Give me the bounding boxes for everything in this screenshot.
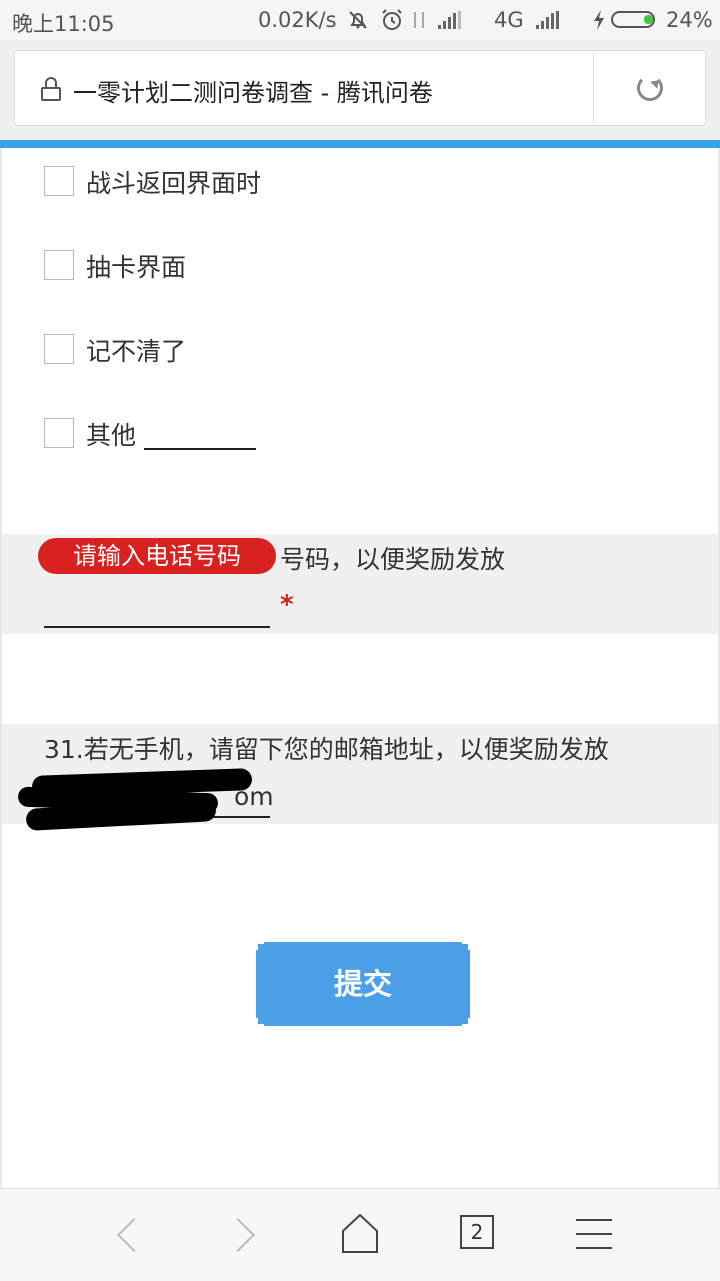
status-bar: 晚上11:05 0.02K/s 4G 24% <box>0 0 720 40</box>
status-battery: 24% <box>666 8 713 32</box>
browser-bottom-nav: 2 <box>0 1188 720 1281</box>
divider <box>593 51 594 125</box>
checkbox[interactable] <box>44 166 74 196</box>
question-text: 号码，以便奖励发放 <box>280 545 506 574</box>
status-time: 晚上11:05 <box>12 12 115 36</box>
battery-icon <box>611 11 655 28</box>
question-text: 31.若无手机，请留下您的邮箱地址，以便奖励发放 <box>44 735 609 764</box>
signal-icon <box>438 11 462 29</box>
phone-input[interactable] <box>44 626 270 628</box>
forward-button[interactable] <box>220 1211 270 1261</box>
page-title[interactable]: 一零计划二测问卷调查 - 腾讯问卷 <box>73 73 433 108</box>
browser-toolbar: 一零计划二测问卷调查 - 腾讯问卷 <box>0 40 720 140</box>
submit-button[interactable]: 提交 <box>256 942 470 1026</box>
tab-count: 2 <box>460 1215 494 1249</box>
lock-icon <box>41 77 61 102</box>
checkbox[interactable] <box>44 334 74 364</box>
option-label: 其他 <box>86 421 137 450</box>
status-net-speed: 0.02K/s <box>258 8 337 32</box>
option-label: 战斗返回界面时 <box>86 169 262 198</box>
option-label: 抽卡界面 <box>86 253 187 282</box>
charging-icon <box>592 8 606 37</box>
required-mark: * <box>280 590 294 620</box>
submit-label: 提交 <box>333 967 392 1001</box>
survey-content: 战斗返回界面时 抽卡界面 记不清了 其他 号码，以便奖励发放 * 请输入电话号码… <box>0 148 720 1188</box>
home-icon <box>340 1211 380 1259</box>
data-arrows-icon <box>410 8 428 37</box>
tabs-button[interactable]: 2 <box>456 1211 506 1261</box>
back-button[interactable] <box>108 1211 158 1261</box>
error-tooltip: 请输入电话号码 <box>38 538 276 574</box>
chevron-left-icon <box>117 1218 151 1252</box>
question-phone: 号码，以便奖励发放 * 请输入电话号码 <box>2 534 718 634</box>
page-progress-bar <box>0 140 720 148</box>
menu-button[interactable] <box>576 1211 626 1261</box>
signal-icon <box>536 11 560 29</box>
menu-icon <box>576 1219 612 1249</box>
address-bar[interactable]: 一零计划二测问卷调查 - 腾讯问卷 <box>14 50 706 126</box>
chevron-right-icon <box>221 1218 255 1252</box>
option-label: 记不清了 <box>86 337 187 366</box>
alarm-icon <box>380 8 404 37</box>
checkbox[interactable] <box>44 418 74 448</box>
checkbox[interactable] <box>44 250 74 280</box>
status-network: 4G <box>494 8 524 32</box>
question-email: 31.若无手机，请留下您的邮箱地址，以便奖励发放 om <box>2 724 718 831</box>
reload-icon[interactable] <box>637 75 663 101</box>
home-button[interactable] <box>340 1211 390 1261</box>
bell-off-icon <box>346 8 370 37</box>
other-text-input[interactable] <box>144 448 256 450</box>
